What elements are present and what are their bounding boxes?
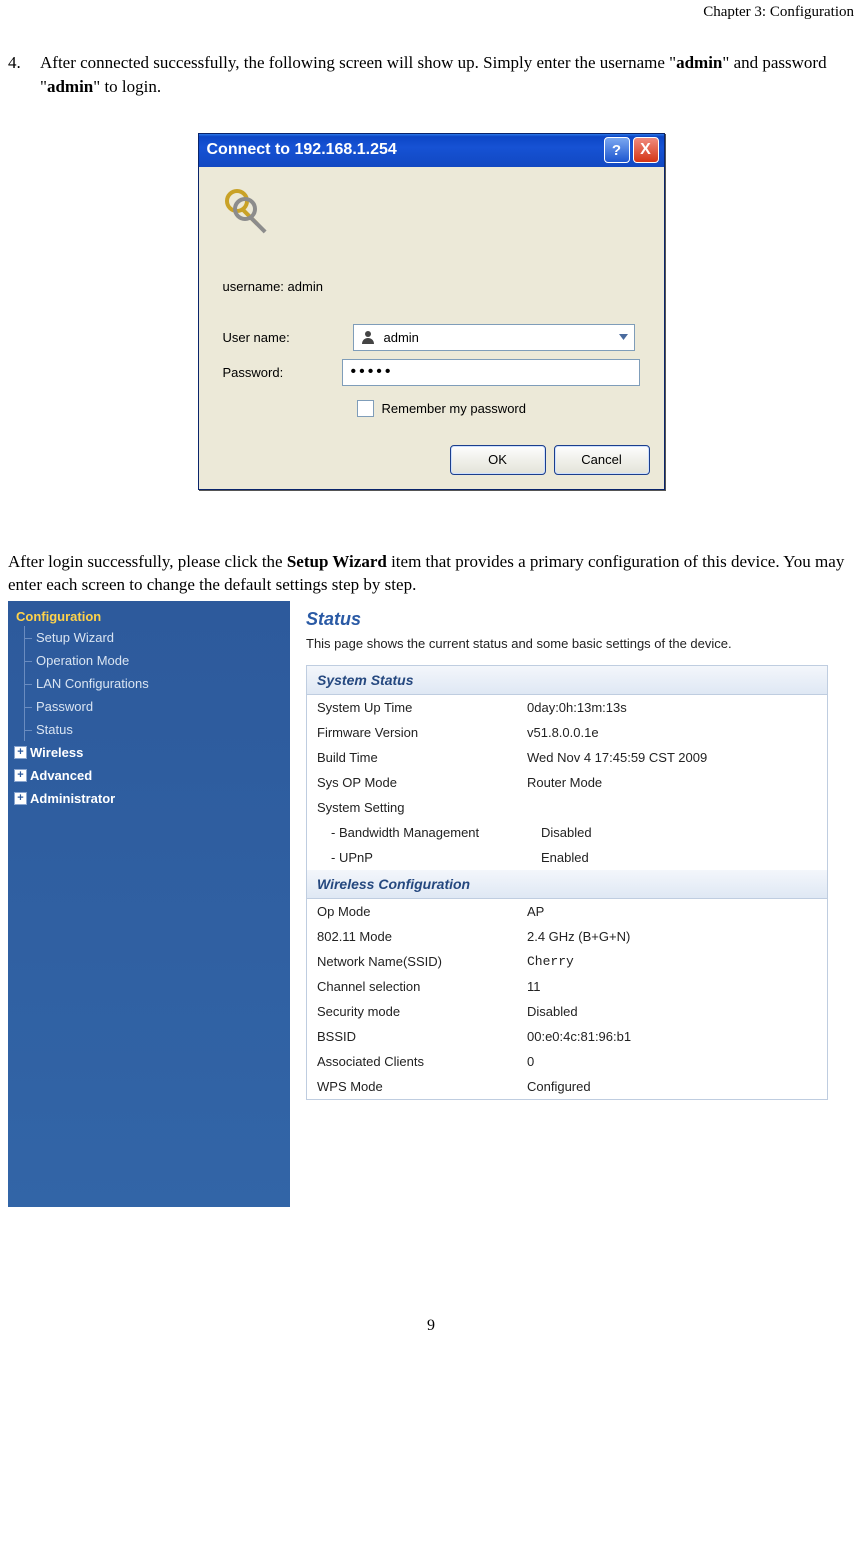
sidebar-item-operation-mode[interactable]: Operation Mode [8, 649, 290, 672]
chevron-down-icon[interactable] [614, 326, 634, 349]
ok-button[interactable]: OK [450, 445, 546, 475]
cancel-button[interactable]: Cancel [554, 445, 650, 475]
sidebar-item-lan[interactable]: LAN Configurations [8, 672, 290, 695]
remember-checkbox[interactable] [357, 400, 374, 417]
status-description: This page shows the current status and s… [306, 636, 862, 651]
kv-row: Sys OP ModeRouter Mode [307, 770, 827, 795]
sidebar-section-wireless[interactable]: +Wireless [8, 741, 290, 764]
kv-row: 802.11 Mode2.4 GHz (B+G+N) [307, 924, 827, 949]
chapter-header: Chapter 3: Configuration [8, 0, 854, 51]
kv-row: Build TimeWed Nov 4 17:45:59 CST 2009 [307, 745, 827, 770]
wireless-config-header: Wireless Configuration [307, 870, 827, 899]
kv-row: Channel selection11 [307, 974, 827, 999]
system-status-header: System Status [307, 666, 827, 695]
kv-row: Op ModeAP [307, 899, 827, 924]
dialog-title: Connect to 192.168.1.254 [207, 141, 601, 159]
sidebar-item-password[interactable]: Password [8, 695, 290, 718]
step-number: 4. [8, 51, 40, 99]
status-panel: System Status System Up Time0day:0h:13m:… [306, 665, 828, 1100]
router-ui: Configuration Setup Wizard Operation Mod… [8, 601, 862, 1207]
help-button[interactable]: ? [604, 137, 630, 163]
sidebar-item-setup-wizard[interactable]: Setup Wizard [8, 626, 290, 649]
config-header: Configuration [8, 607, 290, 626]
sidebar-section-advanced[interactable]: +Advanced [8, 764, 290, 787]
step-text: After connected successfully, the follow… [40, 51, 854, 99]
login-dialog: Connect to 192.168.1.254 ? X username: a… [198, 133, 665, 490]
kv-row: - Bandwidth ManagementDisabled [307, 820, 827, 845]
remember-label: Remember my password [382, 401, 527, 416]
kv-row: WPS ModeConfigured [307, 1074, 827, 1099]
username-label: User name: [223, 330, 353, 345]
kv-row: Security modeDisabled [307, 999, 827, 1024]
keys-icon [221, 185, 275, 239]
paragraph-2: After login successfully, please click t… [8, 550, 854, 598]
page-number: 9 [8, 1317, 854, 1335]
titlebar: Connect to 192.168.1.254 ? X [199, 134, 664, 167]
username-value: admin [382, 330, 614, 345]
username-info: username: admin [199, 275, 664, 320]
kv-row: Associated Clients0 [307, 1049, 827, 1074]
kv-row: Network Name(SSID)Cherry [307, 949, 827, 974]
username-combo[interactable]: admin [353, 324, 635, 351]
plus-icon: + [14, 746, 27, 759]
plus-icon: + [14, 792, 27, 805]
plus-icon: + [14, 769, 27, 782]
kv-row: - UPnPEnabled [307, 845, 827, 870]
kv-row: Firmware Versionv51.8.0.0.1e [307, 720, 827, 745]
step-4: 4. After connected successfully, the fol… [8, 51, 854, 99]
user-icon [358, 327, 378, 347]
close-button[interactable]: X [633, 137, 659, 163]
kv-row: System Up Time0day:0h:13m:13s [307, 695, 827, 720]
password-input[interactable]: ••••• [342, 359, 640, 386]
status-heading: Status [306, 609, 862, 630]
sidebar-item-status[interactable]: Status [8, 718, 290, 741]
kv-row: BSSID00:e0:4c:81:96:b1 [307, 1024, 827, 1049]
kv-row: System Setting [307, 795, 827, 820]
content-panel: Status This page shows the current statu… [290, 601, 862, 1207]
password-label: Password: [223, 365, 342, 380]
sidebar: Configuration Setup Wizard Operation Mod… [8, 601, 290, 1207]
sidebar-section-administrator[interactable]: +Administrator [8, 787, 290, 810]
